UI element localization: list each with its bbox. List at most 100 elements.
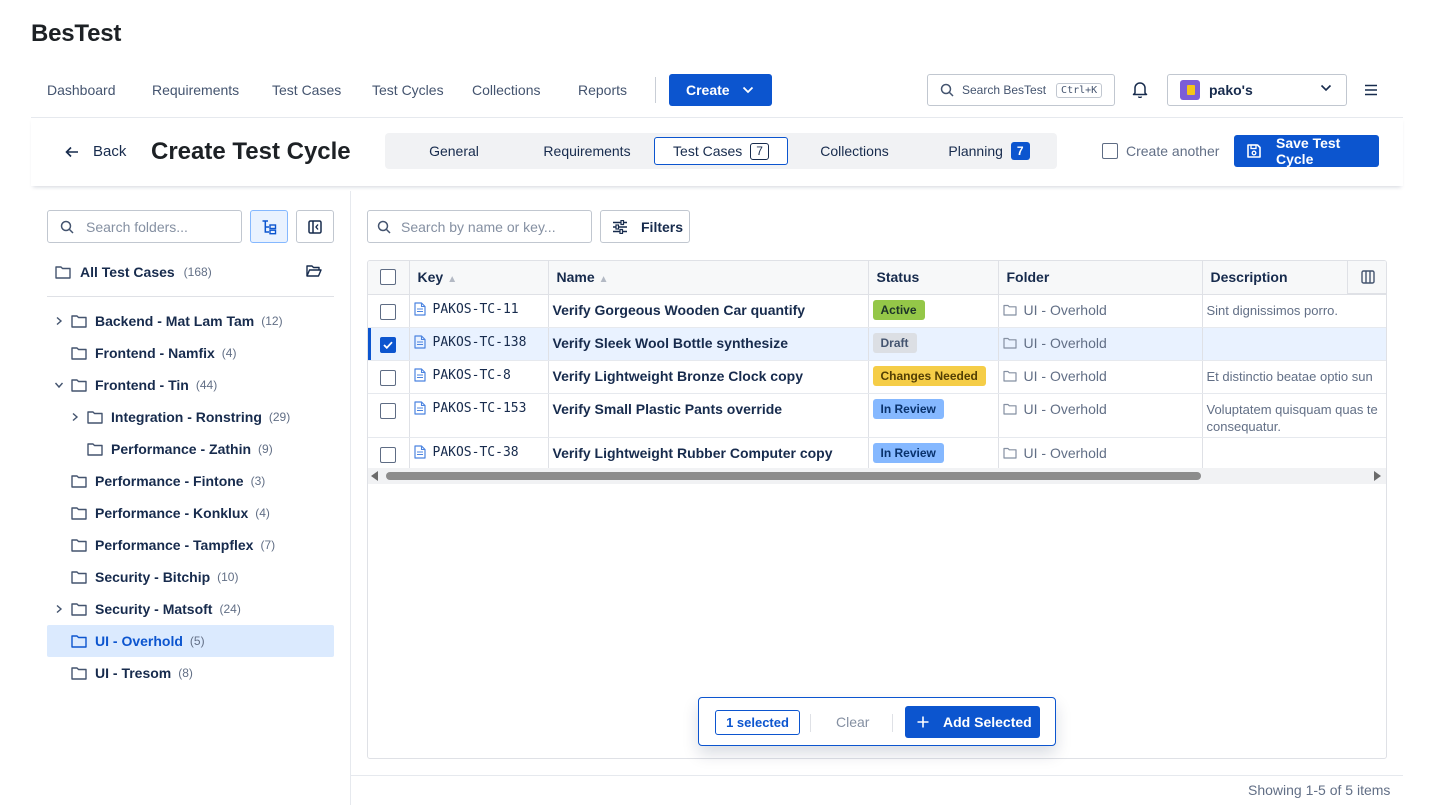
folder-icon [71, 314, 87, 328]
nav-test-cases[interactable]: Test Cases [272, 82, 341, 98]
status-badge: Changes Needed [872, 365, 986, 386]
back-button[interactable]: Back [65, 143, 126, 160]
save-test-cycle-button[interactable]: Save Test Cycle [1234, 135, 1379, 167]
folder-icon [1002, 304, 1017, 316]
scroll-left-icon[interactable] [371, 471, 378, 481]
search-shortcut: Ctrl+K [1056, 82, 1103, 98]
description-cell [1202, 327, 1386, 361]
row-checkbox[interactable] [380, 369, 396, 386]
folder-name: Performance - Zathin [111, 441, 252, 457]
global-search[interactable]: Search BesTest Ctrl+K [927, 74, 1115, 106]
row-checkbox[interactable] [380, 402, 396, 419]
case-name[interactable]: Verify Lightweight Bronze Clock copy [553, 368, 803, 384]
row-checkbox[interactable] [380, 303, 396, 320]
folder-cell: UI - Overhold [998, 294, 1203, 328]
add-selected-button[interactable]: Add Selected [905, 706, 1040, 738]
case-name[interactable]: Verify Sleek Wool Bottle synthesize [553, 335, 788, 351]
select-all-checkbox[interactable] [380, 269, 396, 286]
nav-requirements[interactable]: Requirements [152, 82, 239, 98]
folder-tree-item[interactable]: Performance - Tampflex (7) [47, 529, 334, 561]
tree-view-toggle[interactable] [250, 210, 288, 243]
selected-count-badge: 1 selected [715, 710, 800, 735]
case-name[interactable]: Verify Small Plastic Pants override [553, 401, 783, 417]
checkbox[interactable] [1102, 143, 1118, 159]
chevron-down-icon[interactable] [47, 381, 71, 389]
folder-icon [1002, 337, 1017, 349]
folder-search-placeholder: Search folders... [86, 218, 188, 235]
global-search-placeholder: Search BesTest [962, 83, 1047, 97]
clear-selection-button[interactable]: Clear [836, 714, 869, 730]
tab-planning[interactable]: Planning 7 [921, 133, 1057, 169]
case-key[interactable]: PAKOS-TC-138 [433, 335, 527, 350]
all-test-cases-item[interactable]: All Test Cases (168) [55, 264, 212, 280]
description-cell: Et distinctio beatae optio sun [1202, 360, 1386, 394]
create-button-label: Create [686, 82, 730, 98]
folder-tree-item[interactable]: Performance - Zathin (9) [47, 433, 334, 465]
column-header-status[interactable]: Status [868, 261, 999, 295]
nav-collections[interactable]: Collections [472, 82, 540, 98]
tab-test-cases[interactable]: Test Cases 7 [654, 137, 788, 165]
folder-search-input[interactable]: Search folders... [47, 210, 242, 243]
case-key[interactable]: PAKOS-TC-153 [433, 401, 527, 416]
column-settings-icon[interactable] [1347, 261, 1386, 294]
case-folder: UI - Overhold [1023, 367, 1107, 384]
folder-name: UI - Tresom [95, 665, 172, 681]
chevron-right-icon[interactable] [47, 316, 71, 326]
case-key[interactable]: PAKOS-TC-11 [433, 302, 519, 317]
case-folder: UI - Overhold [1023, 301, 1107, 318]
nav-reports[interactable]: Reports [578, 82, 627, 98]
create-button[interactable]: Create [669, 74, 772, 106]
case-name[interactable]: Verify Lightweight Rubber Computer copy [553, 445, 833, 461]
folder-icon [55, 265, 71, 279]
case-name[interactable]: Verify Gorgeous Wooden Car quantify [553, 302, 806, 318]
case-search-input[interactable]: Search by name or key... [367, 210, 592, 243]
row-checkbox[interactable] [380, 336, 396, 353]
table-row[interactable]: PAKOS-TC-138 Verify Sleek Wool Bottle syn… [368, 327, 1386, 361]
column-header-name[interactable]: Name ▲ [548, 261, 869, 295]
tab-general[interactable]: General [385, 133, 523, 169]
table-row[interactable]: PAKOS-TC-38 Verify Lightweight Rubber Com… [368, 437, 1386, 471]
app-logo[interactable]: BesTest [31, 20, 121, 48]
chevron-right-icon[interactable] [47, 604, 71, 614]
case-key[interactable]: PAKOS-TC-8 [433, 368, 511, 383]
collapse-panel-button[interactable] [296, 210, 334, 243]
folder-tree-item[interactable]: Security - Matsoft (24) [47, 593, 334, 625]
scroll-right-icon[interactable] [1374, 471, 1381, 481]
folder-tree-item[interactable]: Performance - Konklux (4) [47, 497, 334, 529]
folder-tree-item[interactable]: UI - Overhold (5) [47, 625, 334, 657]
folder-tree-item[interactable]: Integration - Ronstring (29) [47, 401, 334, 433]
all-test-cases-count: (168) [183, 265, 212, 279]
test-cases-table: Key ▲ Name ▲ Status Folder Description PAK… [367, 260, 1387, 759]
folder-tree-item[interactable]: UI - Tresom (8) [47, 657, 334, 689]
bell-icon[interactable] [1132, 81, 1148, 98]
scrollbar-thumb[interactable] [386, 472, 1201, 480]
create-another-checkbox[interactable]: Create another [1102, 143, 1219, 159]
folder-tree-item[interactable]: Frontend - Namfix (4) [47, 337, 334, 369]
document-icon [413, 401, 426, 415]
table-row[interactable]: PAKOS-TC-11 Verify Gorgeous Wooden Car qu… [368, 294, 1386, 328]
column-header-folder[interactable]: Folder [998, 261, 1203, 295]
nav-test-cycles[interactable]: Test Cycles [372, 82, 444, 98]
menu-icon[interactable] [1364, 84, 1378, 96]
folder-tree-item[interactable]: Backend - Mat Lam Tam (12) [47, 305, 334, 337]
tab-collections[interactable]: Collections [788, 133, 921, 169]
name-cell: Verify Lightweight Rubber Computer copy [548, 437, 869, 471]
folder-tree-item[interactable]: Frontend - Tin (44) [47, 369, 334, 401]
tab-requirements[interactable]: Requirements [523, 133, 651, 169]
folder-tree-item[interactable]: Security - Bitchip (10) [47, 561, 334, 593]
table-row[interactable]: PAKOS-TC-153 Verify Small Plastic Pants o… [368, 393, 1386, 438]
column-header-key[interactable]: Key ▲ [409, 261, 549, 295]
nav-dashboard[interactable]: Dashboard [47, 82, 116, 98]
folder-open-icon[interactable] [306, 264, 322, 278]
row-checkbox[interactable] [380, 446, 396, 463]
folder-name: Security - Matsoft [95, 601, 213, 617]
folder-tree-item[interactable]: Performance - Fintone (3) [47, 465, 334, 497]
folder-cell: UI - Overhold [998, 327, 1203, 361]
table-row[interactable]: PAKOS-TC-8 Verify Lightweight Bronze Cloc… [368, 360, 1386, 394]
description-cell: Voluptatem quisquam quas te consequatur. [1202, 393, 1386, 438]
chevron-right-icon[interactable] [63, 412, 87, 422]
workspace-switcher[interactable]: pako's [1167, 74, 1347, 106]
case-key[interactable]: PAKOS-TC-38 [433, 445, 519, 460]
sort-icon: ▲ [598, 274, 609, 286]
filters-button[interactable]: Filters [600, 210, 690, 243]
